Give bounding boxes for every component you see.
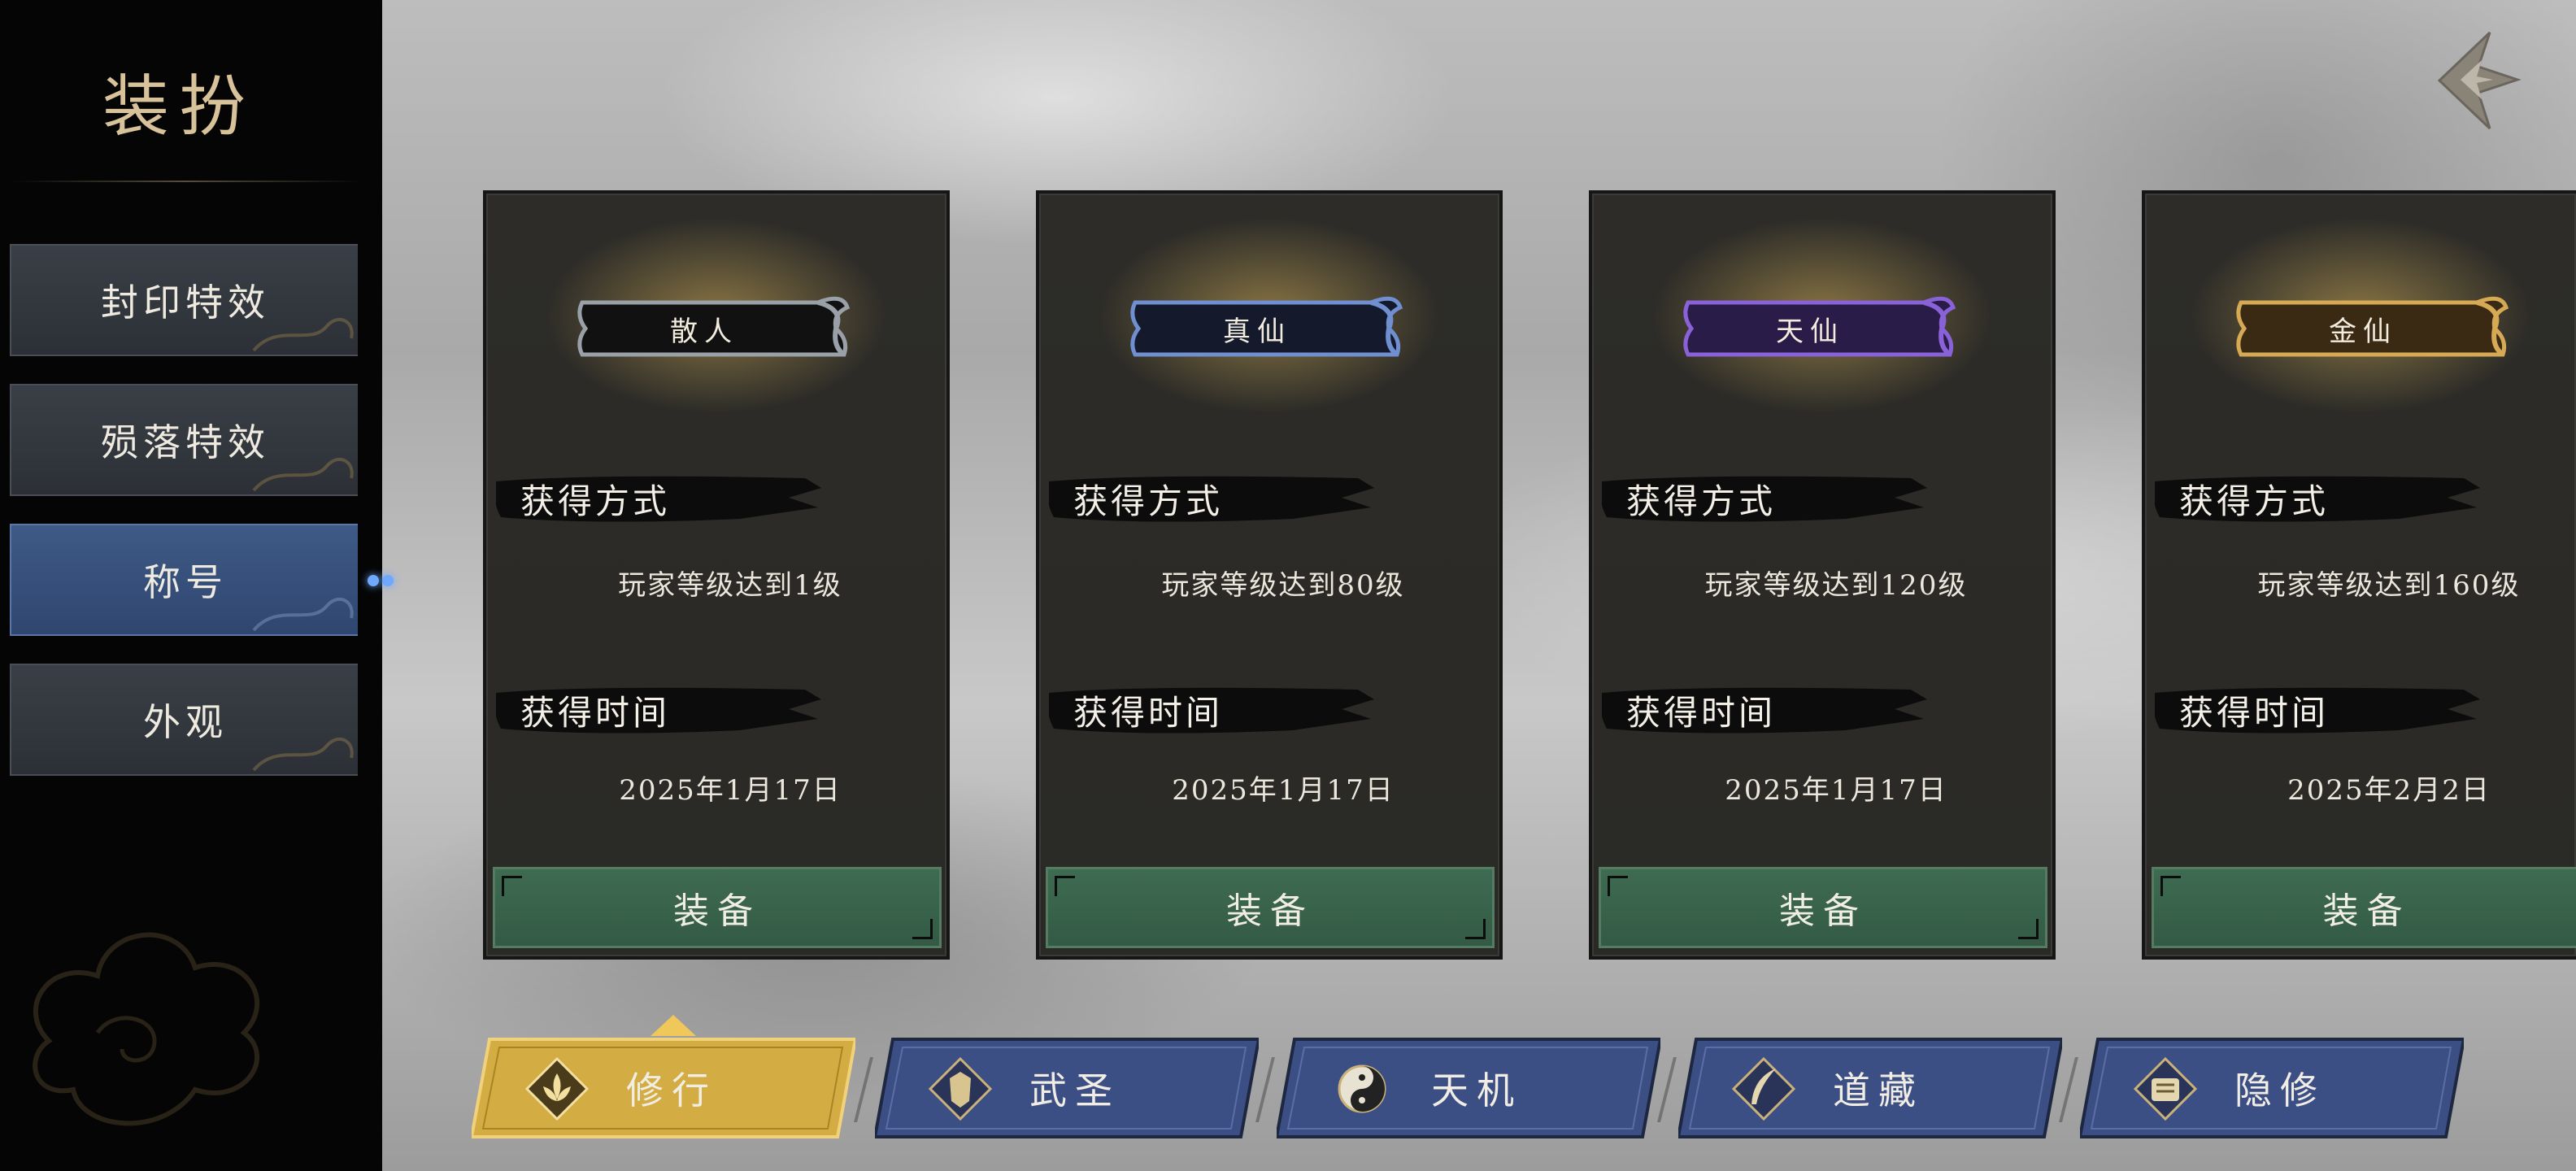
time-value: 2025年2月2日 — [2287, 774, 2491, 807]
time-value: 2025年1月17日 — [1725, 774, 1947, 807]
equip-button[interactable]: 装备 — [1599, 867, 2047, 948]
tab-label: 天机 — [1431, 1069, 1522, 1112]
title-badge: 天仙 — [1680, 289, 1956, 368]
tab-label: 道藏 — [1833, 1069, 1924, 1112]
swirl-ornament-icon — [252, 317, 354, 352]
tab-label: 武圣 — [1029, 1069, 1120, 1112]
method-heading: 获得方式 — [496, 470, 821, 527]
title-name: 散人 — [670, 315, 738, 348]
method-heading: 获得方式 — [1049, 470, 1374, 527]
sidebar-item-fall-effect[interactable]: 殒落特效 — [10, 384, 361, 496]
time-heading: 获得时间 — [496, 681, 821, 738]
method-value: 玩家等级达到120级 — [1704, 569, 1968, 602]
sidebar-item-label: 外观 — [143, 700, 228, 744]
tab-heavenly-secret[interactable]: 天机 — [1277, 1036, 1660, 1140]
title-card: 真仙 获得方式 玩家等级达到80级 获得时间 2025年1月17日 装备 — [1036, 190, 1503, 960]
back-button[interactable] — [2433, 28, 2530, 133]
title-badge: 散人 — [574, 289, 851, 368]
equip-button[interactable]: 装备 — [493, 867, 942, 948]
sidebar: 装扮 封印特效 殒落特效 称号 外观 — [0, 0, 382, 1171]
scroll-icon — [2133, 1056, 2198, 1121]
time-heading: 获得时间 — [2155, 681, 2480, 738]
sidebar-item-appearance[interactable]: 外观 — [10, 664, 361, 776]
method-value: 玩家等级达到80级 — [1161, 569, 1405, 602]
swirl-ornament-icon — [252, 737, 354, 772]
title-card: 天仙 获得方式 玩家等级达到120级 获得时间 2025年1月17日 装备 — [1589, 190, 2056, 960]
yin-yang-icon — [1338, 1064, 1386, 1113]
page-title: 装扮 — [102, 68, 255, 146]
title-divider — [11, 181, 361, 182]
lotus-icon — [524, 1056, 590, 1121]
title-card: 散人 获得方式 玩家等级达到1级 获得时间 2025年1月17日 装备 — [483, 190, 950, 960]
tab-cultivation[interactable]: 修行 — [472, 1036, 855, 1140]
equip-button[interactable]: 装备 — [1046, 867, 1495, 948]
sidebar-item-label: 殒落特效 — [101, 420, 270, 464]
armor-icon — [928, 1056, 993, 1121]
sidebar-item-title[interactable]: 称号 — [10, 524, 361, 636]
tab-label: 修行 — [626, 1069, 717, 1112]
tab-label: 隐修 — [2234, 1069, 2326, 1112]
title-name: 天仙 — [1776, 315, 1844, 348]
equip-button[interactable]: 装备 — [2152, 867, 2576, 948]
title-name: 金仙 — [2329, 315, 2397, 348]
time-heading: 获得时间 — [1602, 681, 1927, 738]
method-value: 玩家等级达到160级 — [2257, 569, 2521, 602]
swirl-ornament-icon — [252, 457, 354, 492]
title-card: 金仙 获得方式 玩家等级达到160级 获得时间 2025年2月2日 装备 — [2142, 190, 2576, 960]
method-heading: 获得方式 — [1602, 470, 1927, 527]
time-heading: 获得时间 — [1049, 681, 1374, 738]
sidebar-item-seal-effect[interactable]: 封印特效 — [10, 244, 361, 356]
title-badge: 真仙 — [1127, 289, 1403, 368]
time-value: 2025年1月17日 — [619, 774, 842, 807]
cloud-ornament-icon — [33, 932, 260, 1126]
title-name: 真仙 — [1223, 315, 1291, 348]
time-value: 2025年1月17日 — [1172, 774, 1395, 807]
active-indicator — [368, 574, 397, 590]
method-heading: 获得方式 — [2155, 470, 2480, 527]
tab-martial-saint[interactable]: 武圣 — [875, 1036, 1259, 1140]
tab-dao-collection[interactable]: 道藏 — [1678, 1036, 2062, 1140]
sidebar-item-label: 封印特效 — [101, 281, 270, 324]
swirl-ornament-icon — [252, 597, 354, 632]
tab-hermit[interactable]: 隐修 — [2080, 1036, 2464, 1140]
feather-icon — [1731, 1056, 1796, 1121]
method-value: 玩家等级达到1级 — [618, 569, 842, 602]
sidebar-item-label: 称号 — [143, 560, 228, 604]
title-badge: 金仙 — [2233, 289, 2509, 368]
tab-indicator-arrow-icon — [651, 1015, 696, 1036]
